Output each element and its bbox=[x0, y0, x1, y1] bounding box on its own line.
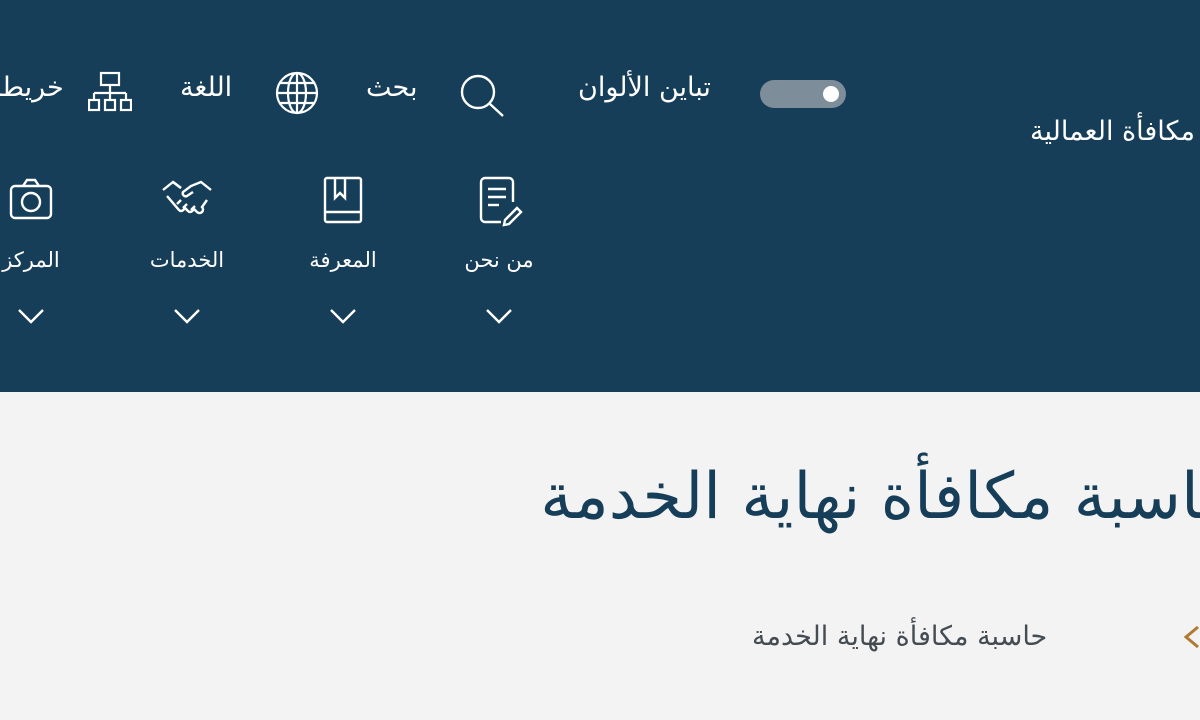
nav-item-media-center[interactable]: المركز bbox=[0, 172, 86, 332]
contrast-toggle[interactable] bbox=[760, 80, 846, 108]
search-link[interactable]: بحث bbox=[366, 72, 417, 104]
nav-item-knowledge[interactable]: المعرفة bbox=[288, 172, 398, 332]
book-icon bbox=[315, 172, 371, 228]
nav-item-services[interactable]: الخدمات bbox=[132, 172, 242, 332]
site-header: خريطة اللغة بحث تباين الألوان مكافأة الع… bbox=[0, 0, 1200, 392]
language-link[interactable]: اللغة bbox=[180, 72, 232, 104]
nav-item-about[interactable]: من نحن bbox=[444, 172, 554, 332]
chevron-left-icon[interactable] bbox=[1180, 622, 1200, 652]
sitemap-icon[interactable] bbox=[88, 70, 132, 116]
page-title: حاسبة مكافأة نهاية الخدمة bbox=[540, 460, 1200, 534]
chevron-down-icon[interactable] bbox=[328, 306, 358, 326]
chevron-down-icon[interactable] bbox=[172, 306, 202, 326]
chevron-down-icon[interactable] bbox=[16, 306, 46, 326]
contrast-label: تباين الألوان bbox=[578, 72, 711, 103]
breadcrumb-current: حاسبة مكافأة نهاية الخدمة bbox=[752, 621, 1048, 652]
nav-label-services: الخدمات bbox=[149, 248, 225, 272]
search-icon[interactable] bbox=[458, 72, 506, 118]
org-name: مكافأة العمالية bbox=[1030, 116, 1195, 147]
globe-icon[interactable] bbox=[274, 70, 320, 116]
chevron-down-icon[interactable] bbox=[484, 306, 514, 326]
handshake-icon bbox=[159, 172, 215, 228]
nav-label-media-center: المركز bbox=[2, 248, 60, 272]
nav-label-knowledge: المعرفة bbox=[309, 248, 377, 272]
edit-document-icon bbox=[471, 172, 527, 228]
sitemap-link[interactable]: خريطة bbox=[0, 72, 64, 104]
media-center-icon bbox=[3, 172, 59, 228]
nav-label-about: من نحن bbox=[464, 248, 534, 272]
toggle-knob bbox=[823, 86, 839, 102]
